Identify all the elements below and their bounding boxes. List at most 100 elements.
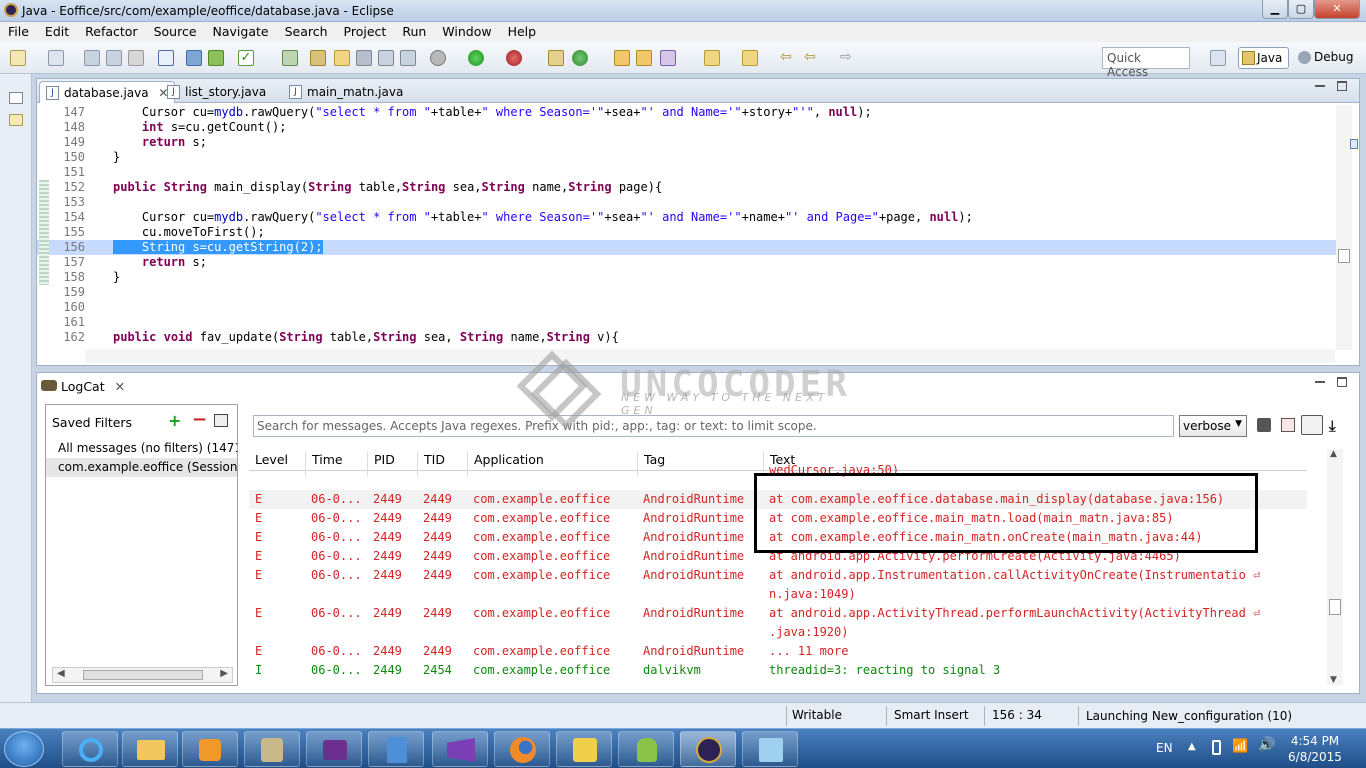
debug-perspective-button[interactable]: Debug	[1296, 47, 1356, 69]
log-row[interactable]: E 06-0... 2449 2449 com.example.eoffice Andro…	[249, 566, 1307, 585]
scroll-lock-icon[interactable]: ⤓	[1329, 417, 1336, 435]
maximize-logcat-icon[interactable]	[1337, 377, 1347, 387]
java-perspective-button[interactable]: Java	[1238, 47, 1289, 69]
input-language[interactable]: EN	[1156, 741, 1173, 755]
console-icon[interactable]	[378, 50, 394, 66]
uml-tool-icon[interactable]	[556, 731, 612, 767]
code-line[interactable]: 155 cu.moveToFirst();	[37, 225, 1337, 240]
clear-log-icon[interactable]	[1281, 418, 1295, 432]
quick-access-input[interactable]: Quick Access	[1102, 47, 1190, 79]
code-line[interactable]: 153	[37, 195, 1337, 210]
file-explorer-icon[interactable]	[122, 731, 178, 767]
menu-project[interactable]: Project	[336, 22, 395, 39]
menu-file[interactable]: File	[0, 22, 37, 39]
tools-icon[interactable]	[244, 731, 300, 767]
skip-breakpoints-icon[interactable]	[356, 50, 372, 66]
logcat-tab[interactable]: LogCat ✕	[39, 375, 131, 397]
scroll-thumb[interactable]	[1338, 249, 1350, 263]
restore-icon[interactable]	[9, 92, 23, 104]
menu-help[interactable]: Help	[500, 22, 545, 39]
open-task-icon[interactable]	[636, 50, 652, 66]
save-log-icon[interactable]	[1257, 418, 1271, 432]
notepad-icon[interactable]	[742, 731, 798, 767]
add-filter-icon[interactable]: +	[168, 411, 181, 430]
overview-ruler-mark[interactable]	[1350, 139, 1358, 149]
lint-check-icon[interactable]: ✓	[238, 50, 254, 66]
code-line[interactable]: 157 return s;	[37, 255, 1337, 270]
code-line[interactable]: 161	[37, 315, 1337, 330]
firefox-icon[interactable]	[494, 731, 550, 767]
toggle-mark-occurrences-icon[interactable]	[158, 50, 174, 66]
save-all-icon[interactable]	[106, 50, 122, 66]
logcat-search-input[interactable]: Search for messages. Accepts Java regexe…	[253, 415, 1174, 437]
android-sdk-icon[interactable]	[618, 731, 674, 767]
status-launching[interactable]: Launching New_configuration (10)	[1086, 709, 1292, 723]
toggle-filters-icon[interactable]	[1301, 415, 1323, 435]
minimize-logcat-icon[interactable]	[1315, 381, 1325, 383]
eclipse-taskbar-icon[interactable]	[680, 731, 736, 767]
code-line[interactable]: 147 Cursor cu=mydb.rawQuery("select * fr…	[37, 105, 1337, 120]
code-line[interactable]: 160	[37, 300, 1337, 315]
menu-run[interactable]: Run	[394, 22, 434, 39]
code-area[interactable]: 147 Cursor cu=mydb.rawQuery("select * fr…	[37, 105, 1337, 350]
new-icon[interactable]	[10, 50, 26, 66]
back-arrow-icon[interactable]: ⇦	[804, 50, 820, 66]
save-icon[interactable]	[84, 50, 100, 66]
menu-navigate[interactable]: Navigate	[205, 22, 277, 39]
maximize-button[interactable]: ▢	[1288, 0, 1314, 19]
run-external-tools-icon[interactable]	[506, 50, 522, 66]
code-line[interactable]: 149 return s;	[37, 135, 1337, 150]
menu-search[interactable]: Search	[277, 22, 336, 39]
menu-window[interactable]: Window	[434, 22, 499, 39]
battery-icon[interactable]	[1212, 740, 1221, 755]
package-explorer-icon[interactable]	[9, 114, 23, 126]
scroll-thumb[interactable]	[1329, 599, 1341, 615]
log-row[interactable]: I 06-0... 2449 2454 com.example.eoffice dalvi…	[249, 661, 1307, 680]
code-line[interactable]: 148 int s=cu.getCount();	[37, 120, 1337, 135]
code-line[interactable]: 152 public String main_display(String tab…	[37, 180, 1337, 195]
menu-refactor[interactable]: Refactor	[77, 22, 145, 39]
columns-icon[interactable]	[400, 50, 416, 66]
editor-horizontal-scrollbar[interactable]	[85, 349, 1335, 363]
log-row[interactable]: .java:1920)	[249, 623, 1307, 642]
code-line[interactable]: 154 Cursor cu=mydb.rawQuery("select * fr…	[37, 210, 1337, 225]
winrar-icon[interactable]	[368, 731, 424, 767]
code-line[interactable]: 162 public void fav_update(String table,S…	[37, 330, 1337, 345]
search-icon[interactable]	[660, 50, 676, 66]
menu-source[interactable]: Source	[146, 22, 205, 39]
minimize-editor-icon[interactable]	[1315, 85, 1325, 87]
tab-list-story-java[interactable]: J list_story.java	[161, 81, 272, 103]
sdk-manager-icon[interactable]	[186, 50, 202, 66]
network-signal-icon[interactable]: 📶	[1232, 739, 1248, 754]
log-row[interactable]: E 06-0... 2449 2449 com.example.eoffice Andro…	[249, 604, 1307, 623]
new-android-project-icon[interactable]	[282, 50, 298, 66]
media-player-icon[interactable]	[182, 731, 238, 767]
open-type-icon[interactable]	[614, 50, 630, 66]
log-row[interactable]: n.java:1049)	[249, 585, 1307, 604]
tab-database-java[interactable]: J database.java ✕	[39, 81, 176, 103]
visual-studio-icon[interactable]	[432, 731, 488, 767]
print-icon[interactable]	[128, 50, 144, 66]
close-button[interactable]: ✕	[1314, 0, 1360, 19]
new-class-icon[interactable]	[572, 50, 588, 66]
code-line[interactable]: 156 String s=cu.getString(2);	[37, 240, 1337, 255]
code-line[interactable]: 159	[37, 285, 1337, 300]
menu-edit[interactable]: Edit	[37, 22, 77, 39]
code-line[interactable]: 151	[37, 165, 1337, 180]
next-annotation-icon[interactable]	[704, 50, 720, 66]
filter-all-messages[interactable]: All messages (no filters) (1471)	[46, 439, 237, 458]
open-perspective-icon[interactable]	[1210, 50, 1226, 66]
tab-main-matn-java[interactable]: J main_matn.java	[283, 81, 409, 103]
previous-annotation-icon[interactable]	[742, 50, 758, 66]
filter-session[interactable]: com.example.eoffice (Session Filt	[46, 458, 237, 477]
highlight-icon[interactable]	[334, 50, 350, 66]
new-package-icon[interactable]	[48, 50, 64, 66]
avd-manager-icon[interactable]	[208, 50, 224, 66]
new-java-class-icon[interactable]	[548, 50, 564, 66]
code-line[interactable]: 158}	[37, 270, 1337, 285]
show-hidden-icons-icon[interactable]: ▲	[1188, 741, 1196, 752]
log-level-select[interactable]: verbose ▼	[1179, 415, 1247, 437]
debug-target-icon[interactable]	[310, 50, 326, 66]
run-icon[interactable]	[468, 50, 484, 66]
remove-filter-icon[interactable]: −	[192, 409, 207, 430]
